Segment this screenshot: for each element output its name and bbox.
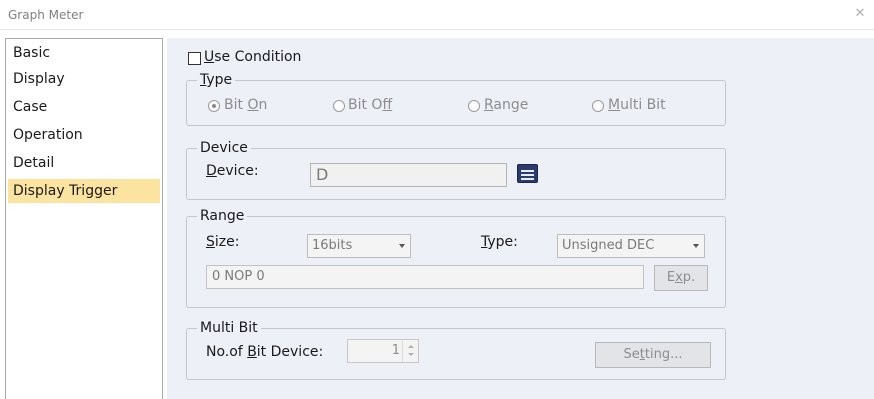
sidebar-item-label: Display — [13, 71, 65, 87]
spin-down-icon[interactable] — [408, 353, 414, 356]
range-group: Range Size: 16bits Type: Unsigned DEC 0 … — [186, 208, 726, 308]
mnemonic: R — [484, 97, 494, 113]
sidebar-item-display-trigger[interactable]: Display Trigger — [8, 179, 160, 203]
label-text: ype — [206, 72, 233, 88]
bit-on-label[interactable]: Bit On — [224, 97, 267, 113]
sidebar-item-label: Display Trigger — [13, 183, 118, 199]
size-label: Size: — [206, 234, 239, 250]
mnemonic: O — [247, 97, 259, 113]
sidebar-item-label: Basic — [13, 45, 51, 61]
type-value: Unsigned DEC — [562, 238, 655, 253]
window-title: Graph Meter — [8, 8, 84, 22]
sidebar-item-label: Case — [13, 99, 48, 115]
chevron-down-icon — [399, 244, 405, 248]
bit-off-radio[interactable] — [333, 100, 345, 112]
group-title: Range — [197, 208, 248, 224]
range-label[interactable]: Range — [484, 97, 528, 113]
range-radio[interactable] — [468, 100, 480, 112]
sidebar-item-label: Detail — [13, 155, 55, 171]
group-title: Device — [197, 140, 251, 156]
mnemonic: M — [608, 97, 621, 113]
bit-device-count-value: 1 — [391, 343, 400, 358]
type-group: Type Bit On Bit Off Range Multi Bit — [186, 72, 726, 126]
mnemonic: f — [382, 97, 393, 113]
multi-bit-radio[interactable] — [592, 100, 604, 112]
device-label: Device: — [206, 163, 259, 179]
device-value: D — [316, 165, 329, 184]
bit-device-count-spinner[interactable]: 1 — [347, 339, 419, 363]
label-text: No.of — [206, 344, 248, 360]
exp-button[interactable]: Exp. — [654, 265, 708, 291]
sidebar-item-display[interactable]: Display — [8, 67, 160, 91]
setting-button[interactable]: Setting... — [595, 342, 711, 368]
title-bar: Graph Meter ✕ — [0, 0, 874, 30]
group-title: Type — [197, 72, 236, 88]
sidebar-item-operation[interactable]: Operation — [8, 123, 160, 147]
label-text: Bit O — [348, 97, 383, 113]
label-text: Bit — [224, 97, 248, 113]
icon-bar — [521, 174, 534, 176]
size-select[interactable]: 16bits — [307, 234, 411, 258]
type-select[interactable]: Unsigned DEC — [557, 234, 705, 258]
mnemonic: x — [675, 270, 683, 285]
icon-bar — [521, 178, 534, 180]
category-list: Basic Display Case Operation Detail Disp… — [5, 38, 163, 399]
multi-bit-label[interactable]: Multi Bit — [608, 97, 666, 113]
device-browse-icon[interactable] — [517, 164, 538, 183]
label-text: ting... — [644, 347, 683, 362]
label-text: se Condition — [214, 49, 302, 65]
bit-device-count-label: No.of Bit Device: — [206, 344, 323, 360]
label-text: ulti Bit — [620, 97, 666, 113]
settings-panel: Use Condition Type Bit On Bit Off Range … — [167, 38, 874, 399]
spin-up-icon[interactable] — [408, 345, 414, 348]
mnemonic: S — [206, 234, 215, 250]
mnemonic: U — [204, 49, 215, 65]
chevron-down-icon — [693, 244, 699, 248]
device-input[interactable]: D — [310, 163, 507, 187]
size-value: 16bits — [312, 238, 353, 253]
multi-bit-group: Multi Bit No.of Bit Device: 1 Setting... — [186, 320, 726, 380]
group-title: Multi Bit — [197, 320, 261, 336]
sidebar-item-label: Operation — [13, 127, 83, 143]
label-text: E — [666, 270, 676, 285]
mnemonic: B — [247, 344, 257, 360]
device-group: Device Device: D — [186, 140, 726, 200]
type-label: Type: — [481, 234, 518, 250]
label-text: Se — [623, 347, 640, 362]
use-condition-label[interactable]: Use Condition — [204, 49, 301, 65]
label-text: n — [258, 97, 268, 113]
icon-bar — [521, 170, 534, 172]
expression-value: 0 NOP 0 — [212, 269, 265, 284]
spinner-buttons[interactable] — [402, 340, 418, 362]
bit-on-radio[interactable] — [208, 100, 220, 112]
radio-selected-dot — [212, 104, 216, 108]
sidebar-item-case[interactable]: Case — [8, 95, 160, 119]
sidebar-item-detail[interactable]: Detail — [8, 151, 160, 175]
label-text: ange — [493, 97, 529, 113]
label-text: evice: — [216, 163, 259, 179]
label-text: ize: — [214, 234, 240, 250]
label-text: p. — [682, 270, 696, 285]
bit-off-label[interactable]: Bit Off — [348, 97, 392, 113]
label-text: ype: — [487, 234, 518, 250]
expression-input[interactable]: 0 NOP 0 — [206, 265, 644, 289]
label-text: it Device: — [256, 344, 324, 360]
close-icon[interactable]: ✕ — [852, 6, 868, 22]
mnemonic: D — [206, 163, 217, 179]
sidebar-item-basic[interactable]: Basic — [8, 41, 160, 65]
use-condition-checkbox[interactable] — [188, 52, 201, 65]
